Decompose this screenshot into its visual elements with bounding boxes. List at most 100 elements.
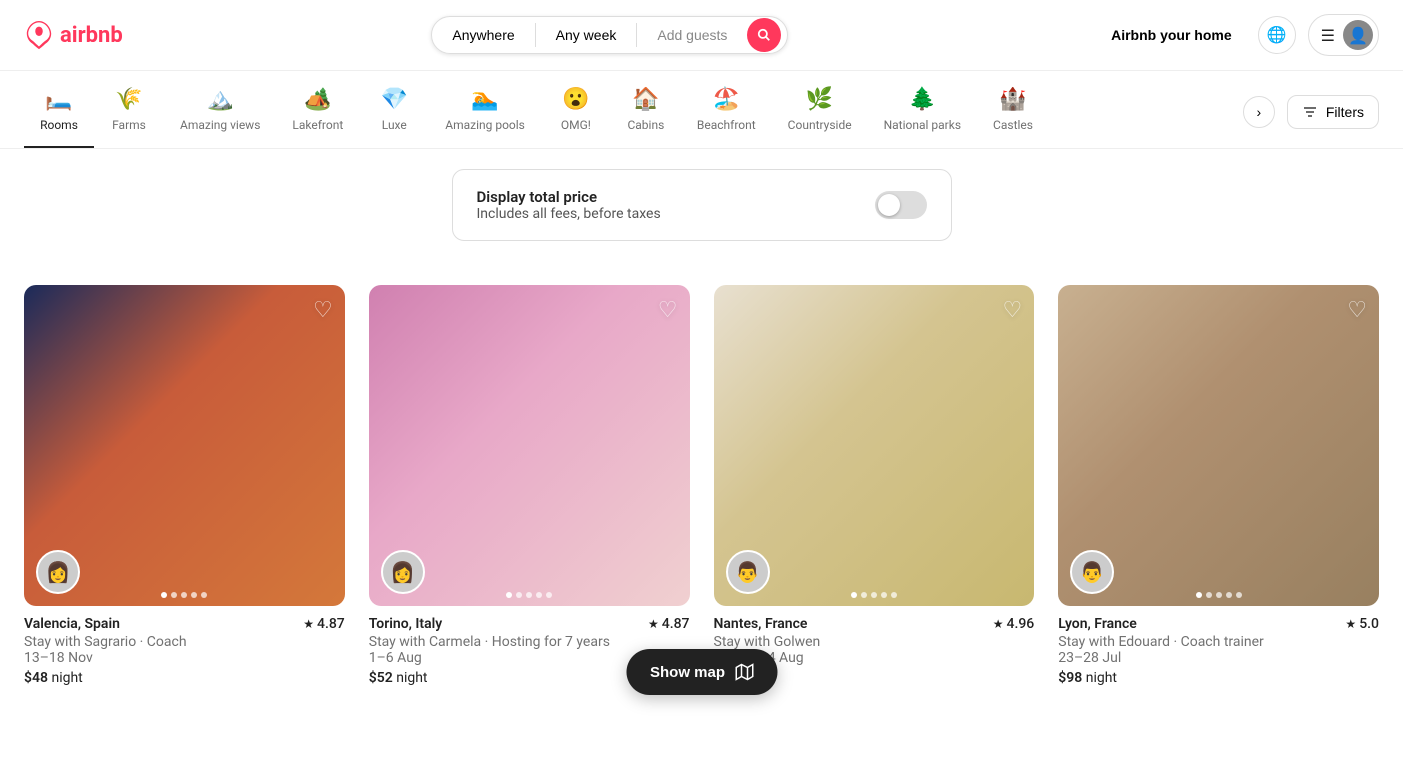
rating-value: 5.0 — [1359, 616, 1379, 632]
image-dot — [181, 592, 187, 598]
listing-host: Stay with Golwen — [714, 634, 1035, 650]
listings-grid: ♡ 👩 Valencia, Spain ★ 4.87 Stay with Sag… — [24, 285, 1379, 686]
show-map-label: Show map — [650, 664, 725, 681]
anywhere-button[interactable]: Anywhere — [432, 17, 534, 53]
image-dot — [191, 592, 197, 598]
listing-card[interactable]: ♡ 👩 Torino, Italy ★ 4.87 Stay with Carme… — [369, 285, 690, 686]
host-avatar: 👩 — [381, 550, 425, 594]
category-icon: 🏔️ — [207, 87, 234, 112]
image-dot — [516, 592, 522, 598]
image-dot — [201, 592, 207, 598]
show-map-button[interactable]: Show map — [626, 649, 777, 695]
category-item-amazing-views[interactable]: 🏔️ Amazing views — [164, 87, 276, 148]
category-item-beachfront[interactable]: 🏖️ Beachfront — [681, 87, 772, 148]
image-dot — [536, 592, 542, 598]
listing-card[interactable]: ♡ 👨 Nantes, France ★ 4.96 Stay with Golw… — [714, 285, 1035, 686]
category-icon: 😮 — [562, 87, 589, 112]
category-icon: 🌾 — [115, 87, 142, 112]
category-item-farms[interactable]: 🌾 Farms — [94, 87, 164, 148]
listing-image: ♡ 👩 — [369, 285, 690, 606]
host-avatar: 👨 — [726, 550, 770, 594]
listing-card[interactable]: ♡ 👨 Lyon, France ★ 5.0 Stay with Edouard… — [1058, 285, 1379, 686]
image-dot — [851, 592, 857, 598]
category-nav: 🛏️ Rooms🌾 Farms🏔️ Amazing views🏕️ Lakefr… — [0, 71, 1403, 149]
listing-rating: ★ 5.0 — [1345, 616, 1379, 632]
star-icon: ★ — [648, 617, 659, 631]
listing-dates: 23–28 Jul — [1058, 650, 1379, 666]
category-label: Rooms — [40, 118, 78, 132]
menu-icon: ☰ — [1321, 26, 1335, 45]
avatar: 👤 — [1343, 20, 1373, 50]
image-dot — [871, 592, 877, 598]
wishlist-button[interactable]: ♡ — [1347, 297, 1367, 323]
listing-price: $98 night — [1058, 670, 1379, 686]
filters-label: Filters — [1326, 104, 1364, 120]
logo[interactable]: airbnb — [24, 20, 123, 50]
nav-right: › Filters — [1243, 95, 1379, 141]
airbnb-home-button[interactable]: Airbnb your home — [1097, 17, 1246, 53]
listing-price: $48 night — [24, 670, 345, 686]
category-item-omg[interactable]: 😮 OMG! — [541, 87, 611, 148]
category-item-national-parks[interactable]: 🌲 National parks — [868, 87, 977, 148]
listing-location: Lyon, France — [1058, 616, 1137, 632]
image-dot — [1216, 592, 1222, 598]
listing-rating: ★ 4.87 — [303, 616, 345, 632]
category-item-rooms[interactable]: 🛏️ Rooms — [24, 87, 94, 148]
category-icon: 🏠 — [632, 87, 659, 112]
host-avatar: 👨 — [1070, 550, 1114, 594]
wishlist-button[interactable]: ♡ — [1003, 297, 1023, 323]
listing-dates: 13–18 Nov — [24, 650, 345, 666]
price-toggle-label: Display total price — [477, 188, 661, 206]
category-item-luxe[interactable]: 💎 Luxe — [359, 87, 429, 148]
category-label: Beachfront — [697, 118, 756, 132]
add-guests-button[interactable]: Add guests — [637, 17, 747, 53]
category-icon: 🌿 — [806, 87, 833, 112]
wishlist-button[interactable]: ♡ — [658, 297, 678, 323]
rating-value: 4.96 — [1006, 616, 1034, 632]
listing-location: Torino, Italy — [369, 616, 443, 632]
category-label: Luxe — [382, 118, 407, 132]
category-icon: 🏊 — [471, 87, 498, 112]
image-dot — [526, 592, 532, 598]
search-button[interactable] — [747, 18, 781, 52]
star-icon: ★ — [993, 617, 1004, 631]
image-dot — [546, 592, 552, 598]
listing-host: Stay with Carmela · Hosting for 7 years — [369, 634, 690, 650]
listing-info: Valencia, Spain ★ 4.87 Stay with Sagrari… — [24, 606, 345, 686]
listing-image: ♡ 👨 — [1058, 285, 1379, 606]
star-icon: ★ — [303, 617, 314, 631]
image-dot — [1196, 592, 1202, 598]
listing-card[interactable]: ♡ 👩 Valencia, Spain ★ 4.87 Stay with Sag… — [24, 285, 345, 686]
category-icon: 🛏️ — [45, 87, 72, 112]
category-item-amazing-pools[interactable]: 🏊 Amazing pools — [429, 87, 541, 148]
host-avatar: 👩 — [36, 550, 80, 594]
category-item-countryside[interactable]: 🌿 Countryside — [772, 87, 868, 148]
rating-value: 4.87 — [662, 616, 690, 632]
price-toggle-sublabel: Includes all fees, before taxes — [477, 206, 661, 222]
image-dot — [1236, 592, 1242, 598]
category-item-lakefront[interactable]: 🏕️ Lakefront — [276, 87, 359, 148]
wishlist-button[interactable]: ♡ — [313, 297, 333, 323]
user-menu[interactable]: ☰ 👤 — [1308, 14, 1379, 56]
category-icon: 💎 — [381, 87, 408, 112]
nav-arrow-button[interactable]: › — [1243, 96, 1275, 128]
listing-host: Stay with Sagrario · Coach — [24, 634, 345, 650]
any-week-button[interactable]: Any week — [536, 17, 637, 53]
search-bar[interactable]: Anywhere Any week Add guests — [431, 16, 788, 54]
category-item-cabins[interactable]: 🏠 Cabins — [611, 87, 681, 148]
filters-button[interactable]: Filters — [1287, 95, 1379, 129]
image-dot — [161, 592, 167, 598]
image-dot — [1206, 592, 1212, 598]
category-item-castles[interactable]: 🏰 Castles — [977, 87, 1049, 148]
image-dot — [506, 592, 512, 598]
category-label: Castles — [993, 118, 1033, 132]
listing-host: Stay with Edouard · Coach trainer — [1058, 634, 1379, 650]
header-right: Airbnb your home 🌐 ☰ 👤 — [1097, 14, 1379, 56]
category-label: Farms — [112, 118, 146, 132]
price-toggle-switch[interactable] — [875, 191, 927, 219]
listing-location: Nantes, France — [714, 616, 808, 632]
globe-icon[interactable]: 🌐 — [1258, 16, 1296, 54]
header: airbnb Anywhere Any week Add guests Airb… — [0, 0, 1403, 71]
star-icon: ★ — [1345, 617, 1356, 631]
category-label: National parks — [884, 118, 961, 132]
